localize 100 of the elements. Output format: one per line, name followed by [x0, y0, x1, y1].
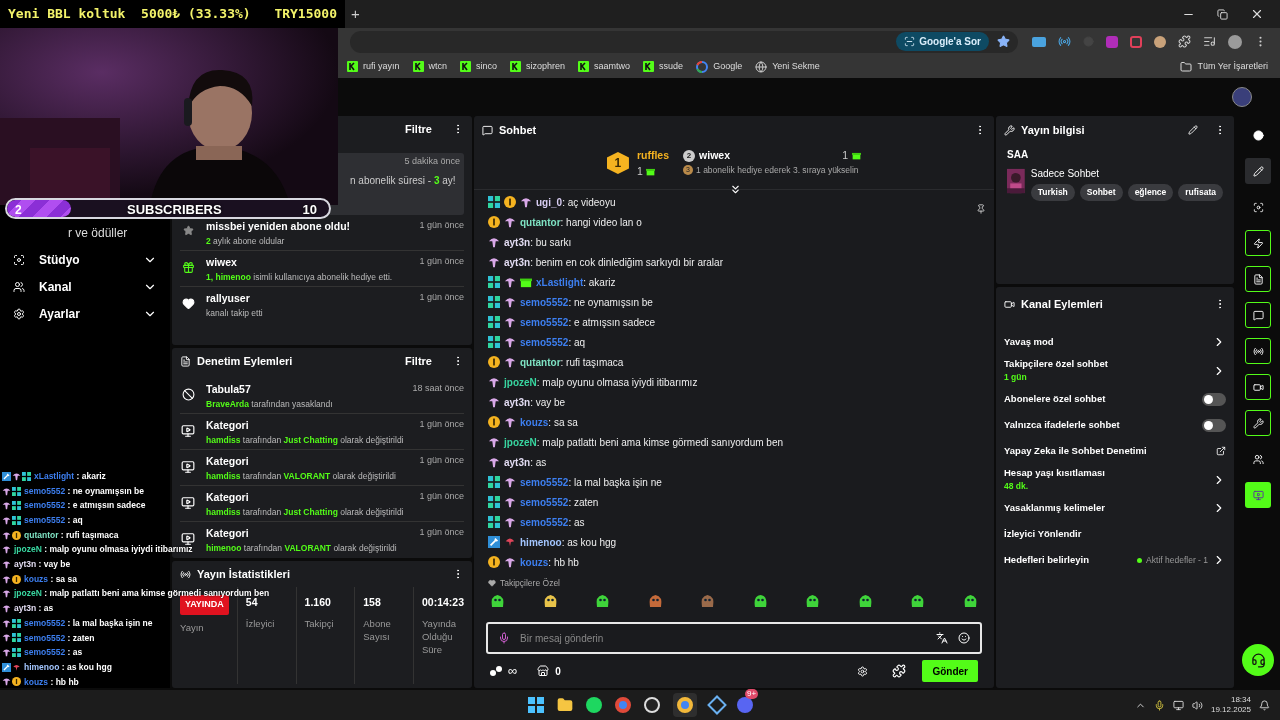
message-input[interactable]: Bir mesaj gönderin — [486, 622, 982, 654]
chat-app-icon[interactable] — [737, 697, 753, 713]
filter-button[interactable]: Filtre — [405, 352, 432, 370]
kick-logo-icon — [578, 61, 590, 72]
help-button[interactable] — [1242, 644, 1274, 676]
emote-icon[interactable] — [962, 593, 978, 608]
ask-google-button[interactable]: Google'a Sor — [896, 32, 989, 51]
action-label[interactable]: Takipçilere özel sohbet — [1004, 357, 1108, 372]
action-label[interactable]: Abonelere özel sohbet — [1004, 391, 1106, 407]
new-tab-button[interactable]: + — [347, 2, 364, 26]
studio-icon — [13, 253, 25, 266]
address-bar[interactable]: Google'a Sor — [350, 30, 1018, 53]
focus-icon[interactable] — [1252, 201, 1264, 213]
edit-icon[interactable] — [1188, 125, 1198, 135]
subscriber-badge-icon — [488, 296, 500, 308]
outlined-extension-icon[interactable] — [1130, 35, 1142, 48]
sidebar-item[interactable]: r ve ödüller — [68, 223, 128, 242]
profile-avatar[interactable] — [1228, 34, 1242, 49]
bookmark-link[interactable]: sinco — [476, 59, 498, 74]
wrench-icon[interactable] — [1252, 417, 1264, 429]
settings-icon — [13, 307, 25, 320]
bookmark-link[interactable]: ssude — [659, 59, 684, 74]
action-label[interactable]: Yasaklanmış kelimeler — [1004, 500, 1105, 516]
og-badge-icon — [504, 296, 516, 308]
action-label[interactable]: Hesap yaşı kısıtlaması — [1004, 466, 1105, 481]
puzzle-icon[interactable] — [892, 664, 907, 678]
emote-icon[interactable] — [752, 593, 768, 608]
file-explorer-icon[interactable] — [557, 697, 573, 713]
close-icon[interactable] — [1250, 7, 1264, 21]
toggle-switch[interactable] — [1202, 418, 1226, 432]
wrench-icon — [1004, 124, 1015, 136]
browser-app-icon[interactable] — [615, 697, 631, 713]
network-icon[interactable] — [1172, 699, 1184, 711]
bookmark-link[interactable]: Yeni Sekme — [772, 59, 820, 74]
gifter-badge-icon — [504, 196, 516, 208]
chat-message: semo5552: as — [520, 515, 585, 530]
emote-icon[interactable] — [910, 593, 926, 608]
translate-icon[interactable] — [936, 632, 948, 644]
recorder-app-icon[interactable] — [644, 697, 660, 713]
owl-extension-icon[interactable] — [1154, 35, 1166, 48]
restore-icon[interactable] — [1217, 8, 1228, 20]
emote-icon[interactable] — [542, 593, 558, 608]
action-label[interactable]: Yavaş mod — [1004, 334, 1054, 350]
tag-chip[interactable]: Sohbet — [1079, 184, 1123, 201]
emote-icon[interactable] — [805, 593, 821, 608]
bookmark-link[interactable]: wtcn — [428, 59, 448, 74]
bookmark-link[interactable]: rufi yayın — [363, 59, 400, 74]
emoji-icon[interactable] — [958, 632, 970, 644]
action-label[interactable]: Yapay Zeka ile Sohbet Denetimi — [1004, 443, 1147, 459]
microphone-icon[interactable] — [498, 632, 510, 644]
microphone-icon[interactable] — [1153, 699, 1165, 711]
camera-icon[interactable] — [1252, 381, 1264, 393]
signal-extension-icon[interactable] — [1058, 35, 1071, 48]
message-field[interactable]: Bir mesaj gönderin — [520, 630, 926, 646]
user-avatar[interactable] — [1232, 87, 1252, 107]
sidebar-item[interactable]: Kanal — [0, 273, 170, 300]
send-button[interactable]: Gönder — [922, 660, 978, 682]
filter-button[interactable]: Filtre — [405, 120, 432, 138]
document-icon[interactable] — [1252, 273, 1264, 285]
chat-message: ayt3n: vay be — [504, 395, 566, 410]
extensions-icon[interactable] — [1178, 35, 1191, 48]
emote-icon[interactable] — [647, 593, 663, 608]
bookmark-link[interactable]: sizophren — [526, 59, 566, 74]
notification-icon[interactable] — [1259, 699, 1270, 711]
emote-icon[interactable] — [857, 593, 873, 608]
event-title: rallyuser — [206, 291, 250, 306]
all-bookmarks-link[interactable]: Tüm Yer İşaretleri — [1197, 59, 1268, 74]
volume-icon[interactable] — [1191, 699, 1203, 711]
action-label[interactable]: Hedefleri belirleyin — [1004, 552, 1089, 568]
sidebar-item[interactable]: Stüdyo — [0, 246, 170, 273]
chat-icon[interactable] — [1252, 309, 1264, 321]
emote-icon[interactable] — [595, 593, 611, 608]
group-icon[interactable] — [1252, 453, 1264, 465]
kick-logo-icon — [460, 61, 472, 72]
toggle-switch[interactable] — [1202, 392, 1226, 406]
emote-icon[interactable] — [490, 593, 505, 608]
broadcast-icon[interactable] — [1252, 345, 1264, 357]
lightning-icon[interactable] — [1252, 237, 1264, 249]
action-label[interactable]: Yalnızca ifadelerle sohbet — [1004, 417, 1120, 433]
bookmark-link[interactable]: Google — [713, 59, 743, 74]
ban-icon — [181, 388, 195, 401]
tag-chip[interactable]: Turkish — [1030, 184, 1075, 201]
pin-icon[interactable] — [976, 204, 986, 214]
settings-icon[interactable] — [857, 665, 869, 677]
action-label[interactable]: İzleyici Yönlendir — [1004, 526, 1082, 542]
browser-app-icon[interactable] — [673, 693, 697, 717]
translate-extension-icon[interactable] — [1032, 36, 1046, 47]
bookmark-link[interactable]: saamtwo — [594, 59, 631, 74]
app-icon[interactable] — [707, 695, 727, 715]
event-time: 1 gün önce — [419, 454, 464, 467]
sidebar-item[interactable]: Ayarlar — [0, 300, 170, 327]
media-icon[interactable] — [1252, 489, 1264, 501]
music-app-icon[interactable] — [586, 697, 602, 713]
start-icon[interactable] — [528, 697, 544, 713]
bookmark-star-icon[interactable] — [997, 35, 1010, 48]
tag-chip[interactable]: rufisata — [1178, 184, 1223, 201]
expand-leaderboard-icon[interactable] — [729, 183, 742, 196]
edit-icon[interactable] — [1252, 165, 1264, 177]
tag-chip[interactable]: eğlence — [1127, 184, 1174, 201]
media-control-icon[interactable] — [1203, 35, 1216, 48]
